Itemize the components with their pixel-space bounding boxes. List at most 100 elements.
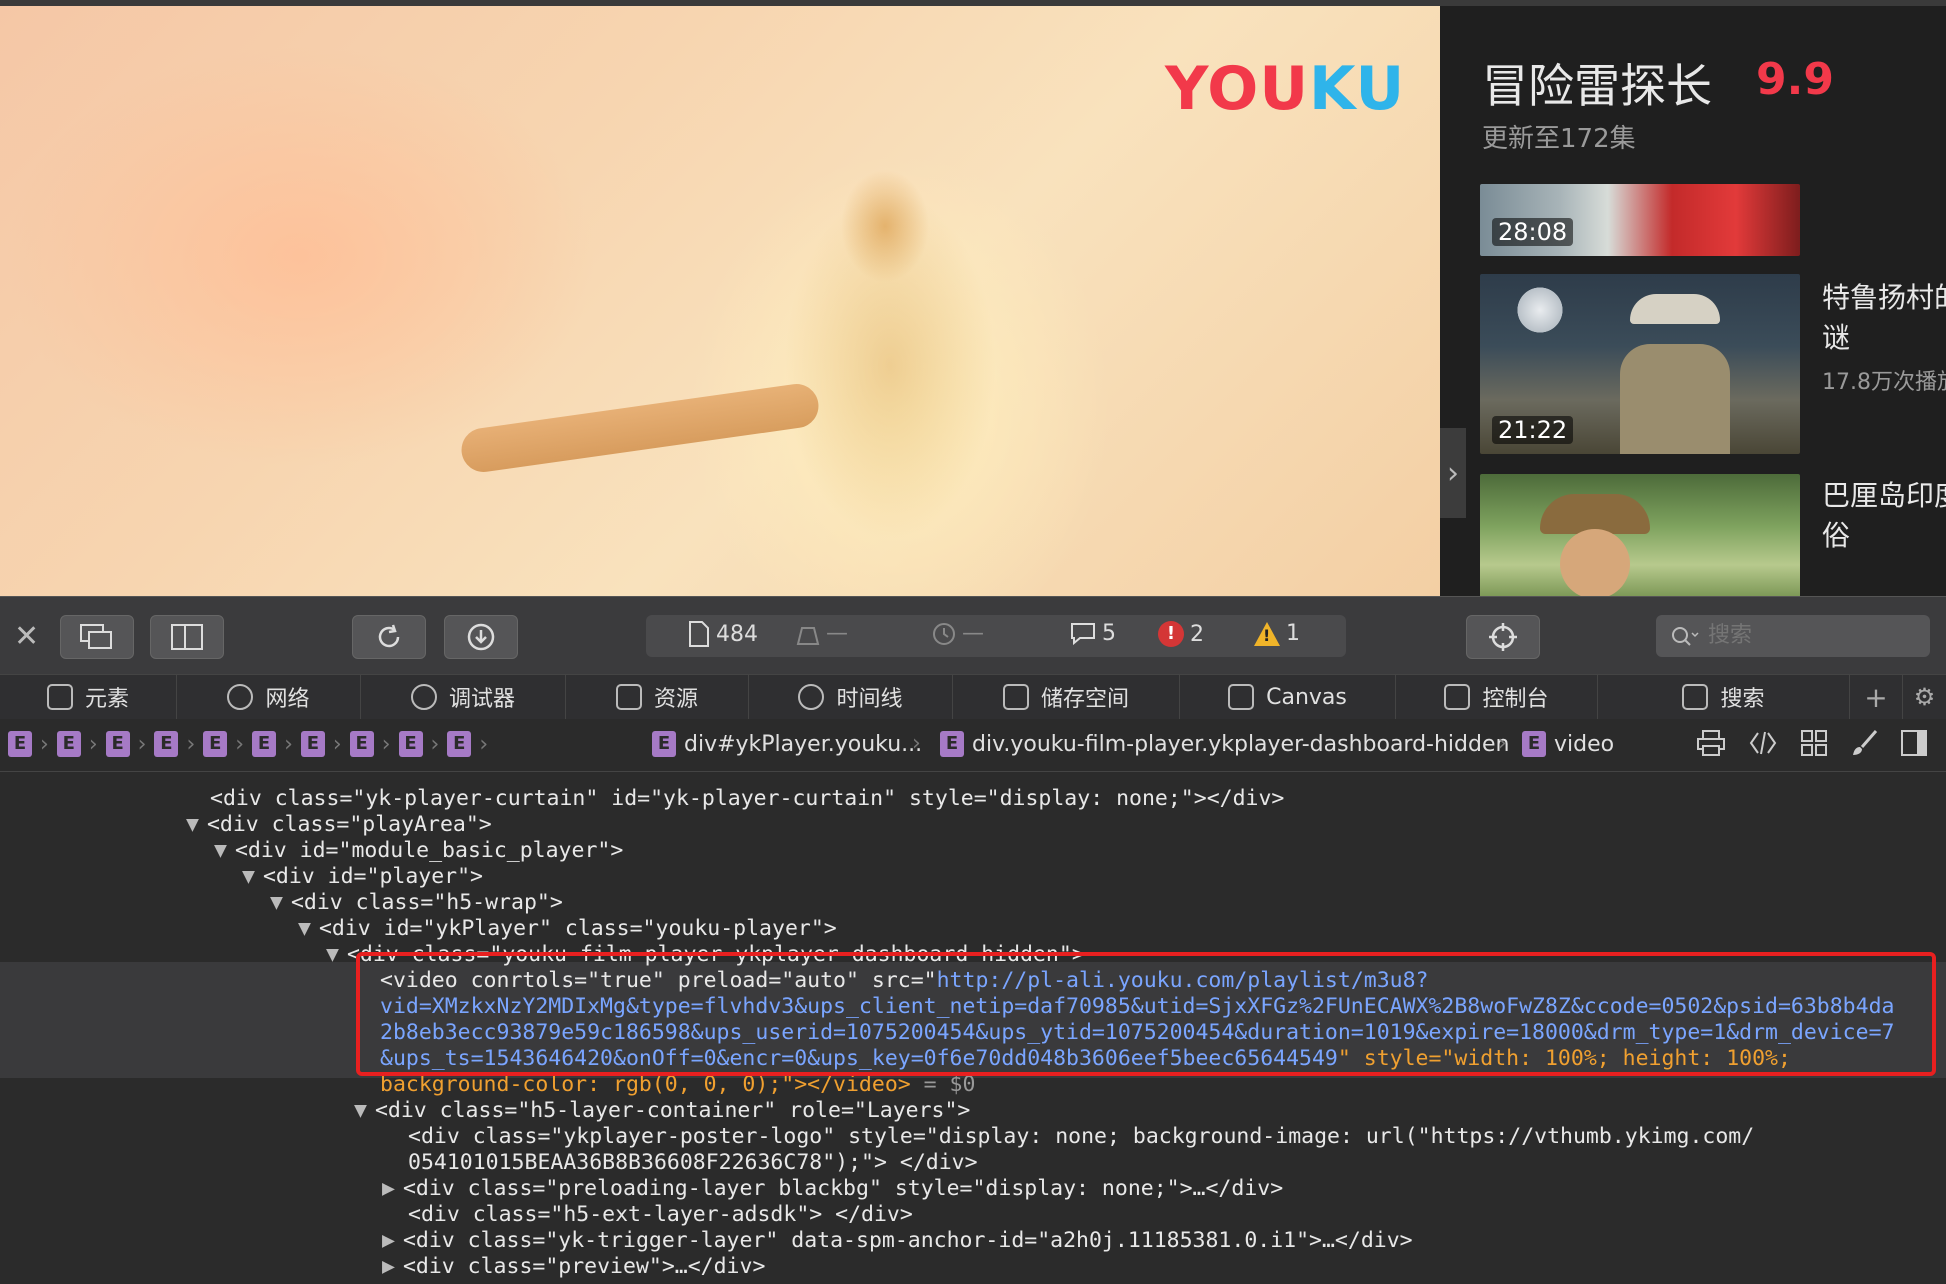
search-icon (1672, 627, 1699, 646)
storage-icon (1002, 684, 1029, 710)
crosshair-icon (1489, 623, 1517, 651)
print-icon[interactable] (1696, 729, 1726, 757)
episode-title[interactable]: 巴厘岛印度俗 (1822, 476, 1946, 556)
settings-button[interactable]: ⚙ (1903, 675, 1946, 719)
brush-icon[interactable] (1850, 729, 1878, 757)
dom-node[interactable]: <div class="yk-player-curtain" id="yk-pl… (210, 786, 1284, 812)
breadcrumb-item-current[interactable]: E video (1522, 731, 1614, 757)
devtools-toolbar: ✕ 484 — — 5 ! 2 1 (0, 596, 1946, 675)
breadcrumb: E › E › E › E › E › E › E › E › E › E › E div#ykPl… (0, 719, 1946, 772)
console-icon (1444, 684, 1471, 710)
tab-search[interactable]: 搜索 (1598, 675, 1850, 719)
load-size[interactable]: — (796, 621, 848, 646)
dom-node[interactable]: ▶ <div class="preloading-layer blackbg" s… (382, 1176, 1283, 1202)
devtools-tabs: 元素 网络 调试器 资源 时间线 储存空间 Canvas 控制台 搜索 + ⚙ (0, 674, 1946, 720)
network-icon (227, 684, 254, 710)
dom-node[interactable]: ▼ <div id="ykPlayer" class="youku-player"… (298, 916, 837, 942)
tab-console[interactable]: 控制台 (1396, 675, 1598, 719)
annotation-box (356, 952, 1936, 1076)
load-time[interactable]: — (932, 621, 984, 646)
tab-resources[interactable]: 资源 (566, 675, 749, 719)
plus-icon: + (1864, 680, 1888, 714)
breadcrumb-item[interactable]: E div.youku-film-player.ykplayer-dashboa… (940, 731, 1509, 757)
dom-node[interactable]: ▼ <div class="h5-wrap"> (270, 890, 563, 916)
canvas-icon (1228, 684, 1255, 710)
tab-storage[interactable]: 储存空间 (953, 675, 1180, 719)
youku-logo: YOUKU (1165, 54, 1406, 124)
log-count[interactable]: 5 (1070, 621, 1116, 646)
update-info: 更新至172集 (1482, 124, 1636, 154)
dom-node[interactable]: ▶ <div class="yk-trigger-layer" data-spm-… (382, 1228, 1413, 1254)
dom-tree: <div class="yk-player-curtain" id="yk-pl… (0, 772, 1946, 1284)
disclosure-closed-icon[interactable]: ▶ (382, 1254, 395, 1279)
resources-icon (615, 684, 642, 710)
tab-network[interactable]: 网络 (177, 675, 361, 719)
disclosure-open-icon[interactable]: ▼ (214, 838, 227, 863)
episode-thumbnail[interactable] (1480, 474, 1800, 596)
video-player[interactable]: YOUKU (0, 6, 1440, 596)
video-headdress (830, 156, 940, 296)
warning-count[interactable]: 1 (1254, 621, 1300, 646)
warning-icon (1254, 621, 1280, 646)
disclosure-closed-icon[interactable]: ▶ (382, 1228, 395, 1253)
add-tab-button[interactable]: + (1850, 675, 1903, 719)
episode-duration: 28:08 (1492, 218, 1574, 246)
dom-node[interactable]: ▼ <div class="playArea"> (186, 812, 492, 838)
toolbar-search[interactable] (1656, 615, 1930, 657)
breadcrumb-collapsed[interactable]: E › E › E › E › E › E › E › E › E › E › (8, 731, 488, 757)
breadcrumb-item[interactable]: E div#ykPlayer.youku... (652, 731, 922, 757)
disclosure-open-icon[interactable]: ▼ (354, 1098, 367, 1123)
dom-node[interactable]: ▼ <div id="player"> (242, 864, 483, 890)
disclosure-open-icon[interactable]: ▼ (270, 890, 283, 915)
dom-node[interactable]: <div class="h5-ext-layer-adsdk"> </div> (408, 1202, 913, 1228)
search-input[interactable] (1706, 622, 1910, 649)
dom-node[interactable]: 054101015BEAA36B8B36608F22636C78");"> </… (408, 1150, 978, 1176)
episode-thumbnail[interactable]: 28:08 (1480, 184, 1800, 256)
dom-node[interactable]: ▶ <div class="preview">…</div> (382, 1254, 765, 1280)
disclosure-closed-icon[interactable]: ▶ (382, 1176, 395, 1201)
debugger-icon (410, 684, 437, 710)
page-stats: 484 — — 5 ! 2 1 (646, 615, 1346, 657)
show-title: 冒险雷探长 (1482, 59, 1712, 113)
tab-elements[interactable]: 元素 (0, 675, 177, 719)
download-icon (467, 623, 495, 651)
dom-node[interactable]: <div class="ykplayer-poster-logo" style=… (408, 1124, 1754, 1150)
episode-thumbnail[interactable]: 21:22 (1480, 274, 1800, 454)
disclosure-open-icon[interactable]: ▼ (326, 942, 339, 967)
code-icon[interactable] (1748, 729, 1778, 757)
reload-button[interactable] (352, 615, 426, 659)
tab-timeline[interactable]: 时间线 (749, 675, 953, 719)
clock-icon (933, 622, 955, 645)
resource-count[interactable]: 484 (688, 621, 758, 647)
search-icon (1682, 684, 1709, 710)
chevron-right-icon[interactable]: › (1440, 428, 1466, 518)
error-icon: ! (1158, 621, 1184, 647)
episode-sidebar: 冒险雷探长 9.9 更新至172集 28:08 21:22 特鲁扬村的谜 17.… (1440, 6, 1946, 596)
reload-icon (378, 624, 400, 648)
dom-node[interactable]: ▼ <div class="h5-layer-container" role="L… (354, 1098, 970, 1124)
download-button[interactable] (444, 615, 518, 659)
timeline-icon (798, 684, 825, 710)
tab-debugger[interactable]: 调试器 (361, 675, 566, 719)
tab-canvas[interactable]: Canvas (1180, 675, 1396, 719)
split-icon (171, 624, 203, 650)
split-view-button[interactable] (150, 615, 224, 659)
element-picker-button[interactable] (1466, 615, 1540, 659)
message-icon (1071, 622, 1095, 645)
disclosure-open-icon[interactable]: ▼ (298, 916, 311, 941)
disclosure-open-icon[interactable]: ▼ (242, 864, 255, 889)
dom-node[interactable]: ▼ <div id="module_basic_player"> (214, 838, 623, 864)
episode-views: 17.8万次播放 (1822, 370, 1946, 395)
sidebar-toggle-icon[interactable] (1900, 729, 1930, 757)
weight-icon (796, 626, 820, 645)
breadcrumb-tools (1696, 729, 1930, 757)
episode-duration: 21:22 (1492, 416, 1574, 444)
episode-title[interactable]: 特鲁扬村的谜 (1822, 278, 1946, 358)
dock-window-button[interactable] (60, 615, 134, 659)
disclosure-open-icon[interactable]: ▼ (186, 812, 199, 837)
dock-icon (80, 624, 112, 649)
close-icon[interactable]: ✕ (14, 619, 39, 654)
grid-icon[interactable] (1800, 729, 1828, 757)
gear-icon: ⚙ (1913, 683, 1936, 711)
error-count[interactable]: ! 2 (1158, 621, 1204, 647)
